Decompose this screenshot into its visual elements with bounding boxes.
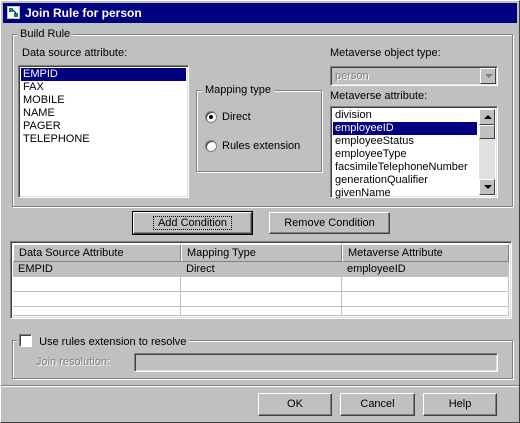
column-header-mapping-type[interactable]: Mapping Type <box>181 244 342 262</box>
empty-cell <box>181 292 342 307</box>
footer-separator <box>1 385 519 387</box>
join-rule-icon <box>7 6 20 19</box>
metaverse-attribute-item[interactable]: division <box>333 109 477 122</box>
empty-cell <box>181 277 342 292</box>
metaverse-attribute-item[interactable]: employeeStatus <box>333 135 477 148</box>
help-label: Help <box>448 398 472 410</box>
radio-direct[interactable] <box>205 111 217 123</box>
use-rules-extension-checkbox[interactable] <box>19 334 32 347</box>
help-button[interactable]: Help <box>423 393 497 416</box>
data-source-attribute-item[interactable]: MOBILE <box>21 94 186 107</box>
join-resolution-label: Join resolution: <box>36 356 110 368</box>
table-cell: EMPID <box>13 262 181 277</box>
add-condition-label: Add Condition <box>152 216 233 230</box>
mapping-type-group <box>196 90 322 172</box>
resolution-group-header: Use rules extension to resolve <box>17 334 190 349</box>
remove-condition-button[interactable]: Remove Condition <box>269 212 390 234</box>
radio-dot <box>209 115 213 119</box>
metaverse-attribute-item[interactable]: facsimileTelephoneNumber <box>333 161 477 174</box>
dropdown-arrow-button[interactable] <box>480 68 496 84</box>
data-source-attribute-item[interactable]: PAGER <box>21 120 186 133</box>
build-rule-label: Build Rule <box>17 28 74 41</box>
empty-cell <box>13 292 181 307</box>
join-rule-dialog: Join Rule for person Build Rule Data sou… <box>0 0 520 423</box>
scroll-down-button[interactable] <box>479 179 495 195</box>
radio-direct-label[interactable]: Direct <box>222 111 251 124</box>
empty-cell <box>181 307 342 316</box>
empty-cell <box>342 307 509 316</box>
conditions-table[interactable]: Data Source Attribute Mapping Type Metav… <box>10 241 512 319</box>
chevron-down-icon <box>485 74 493 78</box>
ok-button[interactable]: OK <box>258 393 332 416</box>
scroll-up-button[interactable] <box>479 109 495 125</box>
data-source-attribute-item[interactable]: EMPID <box>21 68 186 81</box>
empty-cell <box>13 277 181 292</box>
add-condition-button[interactable]: Add Condition <box>132 211 253 235</box>
chevron-down-icon <box>484 185 492 189</box>
title-bar[interactable]: Join Rule for person <box>3 3 517 23</box>
cancel-button[interactable]: Cancel <box>340 393 415 416</box>
cancel-label: Cancel <box>360 398 395 410</box>
column-header-metaverse-attribute[interactable]: Metaverse Attribute <box>342 244 509 262</box>
column-header-data-source[interactable]: Data Source Attribute <box>13 244 181 262</box>
empty-cell <box>342 277 509 292</box>
data-source-attribute-item[interactable]: FAX <box>21 81 186 94</box>
metaverse-object-type-label: Metaverse object type: <box>330 47 441 59</box>
mapping-type-label: Mapping type <box>202 84 275 97</box>
table-cell: employeeID <box>342 262 509 277</box>
data-source-attribute-item[interactable]: NAME <box>21 107 186 120</box>
radio-rules-extension-label[interactable]: Rules extension <box>222 140 300 153</box>
scroll-thumb[interactable] <box>479 125 495 139</box>
metaverse-object-type-value: person <box>335 70 369 82</box>
window-title: Join Rule for person <box>25 6 142 20</box>
metaverse-attribute-list[interactable]: division employeeID employeeStatus employee… <box>330 106 498 200</box>
data-source-attribute-item[interactable]: TELEPHONE <box>21 133 186 146</box>
metaverse-attribute-item[interactable]: employeeID <box>333 122 477 135</box>
empty-cell <box>342 292 509 307</box>
metaverse-object-type-select[interactable]: person <box>330 66 498 86</box>
radio-rules-extension[interactable] <box>205 140 217 152</box>
data-source-attribute-list[interactable]: EMPID FAX MOBILE NAME PAGER TELEPHONE <box>18 65 189 198</box>
data-source-attribute-label: Data source attribute: <box>22 47 128 59</box>
use-rules-extension-label[interactable]: Use rules extension to resolve <box>39 336 186 348</box>
metaverse-attribute-item[interactable]: givenName <box>333 187 477 200</box>
table-cell: Direct <box>181 262 342 277</box>
metaverse-attribute-item[interactable]: employeeType <box>333 148 477 161</box>
chevron-up-icon <box>484 115 492 119</box>
join-resolution-field[interactable] <box>134 353 498 372</box>
empty-cell <box>13 307 181 316</box>
ok-label: OK <box>287 398 303 410</box>
remove-condition-label: Remove Condition <box>284 217 375 229</box>
metaverse-attribute-label: Metaverse attribute: <box>330 90 428 102</box>
metaverse-attribute-scrollbar[interactable] <box>479 109 495 195</box>
metaverse-attribute-item[interactable]: generationQualifier <box>333 174 477 187</box>
table-row[interactable]: EMPID Direct employeeID <box>13 262 509 277</box>
